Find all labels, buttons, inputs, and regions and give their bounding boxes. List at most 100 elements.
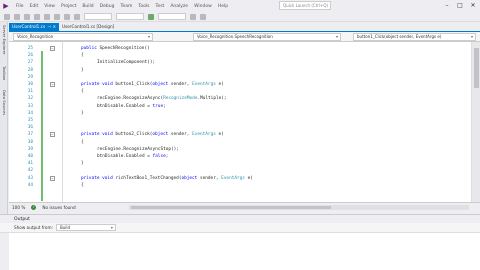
menu-item-team[interactable]: Team: [117, 4, 135, 9]
collapse-icon[interactable]: −: [50, 132, 55, 138]
code-token: }: [81, 161, 84, 167]
scrollbar-thumb[interactable]: [131, 206, 331, 209]
menu-item-analyze[interactable]: Analyze: [167, 4, 191, 9]
minimize-icon[interactable]: –: [443, 1, 451, 10]
maximize-icon[interactable]: □: [456, 1, 464, 10]
tab-usercontrol-design[interactable]: UserControl1.cs [Design]: [59, 23, 118, 31]
collapse-icon[interactable]: −: [50, 175, 55, 181]
code-token: recEngine.RecognizeAsync(: [97, 96, 164, 102]
code-line[interactable]: 36: [9, 124, 471, 131]
code-line[interactable]: 33 btnDisable.Enabled = true;: [9, 103, 471, 110]
line-number: 44: [27, 182, 33, 188]
code-token: button2_Click(: [115, 132, 153, 138]
code-text: {: [81, 52, 84, 59]
scrollbar-thumb[interactable]: [474, 48, 479, 88]
menu-item-project[interactable]: Project: [58, 4, 79, 9]
output-panel-title: Output: [0, 214, 480, 223]
code-line[interactable]: 26 {: [9, 52, 471, 59]
vertical-scrollbar[interactable]: [471, 42, 480, 202]
back-icon[interactable]: [4, 13, 10, 20]
code-token: button1_Click(: [115, 82, 153, 87]
code-line[interactable]: 31 {: [9, 88, 471, 95]
line-number: 25: [27, 46, 33, 51]
member-dropdown[interactable]: button1_Click(object sender, EventArgs e…: [353, 33, 476, 41]
menu-item-window[interactable]: Window: [191, 4, 215, 9]
save-icon[interactable]: [44, 13, 50, 20]
start-target-select[interactable]: [158, 13, 186, 20]
redo-icon[interactable]: [74, 13, 80, 20]
code-text: recEngine.RecognizeAsyncStop();: [97, 146, 179, 153]
code-line[interactable]: 41}: [9, 160, 471, 167]
close-icon[interactable]: ✕: [53, 23, 56, 31]
open-file-icon[interactable]: [34, 13, 40, 20]
new-file-icon[interactable]: [24, 13, 30, 20]
side-tab-data-sources[interactable]: Data Sources: [1, 90, 7, 115]
output-text-area[interactable]: [9, 233, 480, 270]
code-line[interactable]: 35: [9, 117, 471, 124]
chevron-down-icon: ▾: [470, 34, 473, 39]
horizontal-scrollbar[interactable]: [129, 205, 469, 210]
menu-item-debug[interactable]: Debug: [97, 4, 118, 9]
code-line[interactable]: 43 − private void richTextBox1_TextChanged…: [9, 175, 471, 182]
code-line[interactable]: 34}: [9, 110, 471, 117]
forward-icon[interactable]: [14, 13, 20, 20]
code-text: private void richTextBox1_TextChanged(ob…: [81, 175, 253, 182]
output-source-dropdown[interactable]: Build ▾: [55, 224, 116, 231]
quick-launch-input[interactable]: Quick Launch (Ctrl+Q): [279, 1, 331, 10]
toolbar-extra-icon-2[interactable]: [200, 13, 206, 20]
code-line[interactable]: 39 recEngine.RecognizeAsyncStop();: [9, 146, 471, 153]
code-line[interactable]: 42: [9, 167, 471, 174]
line-number: 41: [27, 161, 33, 167]
code-token: private void: [81, 132, 116, 138]
code-line[interactable]: 25 − public SpeechRecognition(): [9, 45, 471, 52]
menu-item-edit[interactable]: Edit: [27, 4, 42, 9]
collapse-icon[interactable]: −: [50, 46, 55, 51]
code-token: RecognizeMode: [163, 96, 198, 102]
side-tab-server-explorer[interactable]: Server Explorer: [1, 25, 7, 54]
code-line[interactable]: 37 − private void button2_Click(object sen…: [9, 131, 471, 138]
tab-usercontrol-code[interactable]: UserControl1.cs ⊣ ✕: [9, 23, 60, 31]
code-line[interactable]: 28}: [9, 67, 471, 74]
menu-item-file[interactable]: File: [13, 4, 27, 9]
chevron-down-icon: ▾: [110, 225, 113, 230]
menu-item-build[interactable]: Build: [79, 4, 96, 9]
code-token: ;: [165, 154, 169, 159]
code-token: private void: [81, 82, 116, 87]
menu-item-help[interactable]: Help: [215, 4, 231, 9]
configuration-select[interactable]: [84, 13, 112, 20]
code-editor[interactable]: 25 − public SpeechRecognition() 26 {27 Initia…: [9, 42, 471, 202]
code-line[interactable]: 27 InitializeComponent();: [9, 59, 471, 66]
code-token: EventArgs: [221, 175, 248, 181]
undo-icon[interactable]: [64, 13, 70, 20]
project-dropdown[interactable]: Voice_Recognition ▾: [13, 33, 153, 41]
collapse-icon[interactable]: −: [50, 82, 55, 87]
class-dropdown[interactable]: Voice_Recognition.SpeechRecognition ▾: [193, 33, 341, 41]
issues-status[interactable]: No issues found: [42, 205, 75, 210]
save-all-icon[interactable]: [54, 13, 60, 20]
start-debug-icon[interactable]: [148, 13, 154, 20]
platform-select[interactable]: [116, 13, 144, 20]
code-line[interactable]: 40 btnDisable.Enabled = false;: [9, 153, 471, 160]
menu-item-test[interactable]: Test: [152, 4, 167, 9]
toolbar-extra-icon[interactable]: [190, 13, 196, 20]
menu-item-view[interactable]: View: [41, 4, 58, 9]
pin-icon[interactable]: ⊣: [47, 23, 50, 31]
chevron-down-icon: ▾: [147, 34, 150, 39]
close-icon[interactable]: ✕: [469, 1, 477, 10]
code-text: }: [81, 67, 84, 74]
line-number: 39: [27, 146, 33, 152]
code-text: {: [81, 88, 84, 95]
show-output-label: Show output from:: [14, 225, 53, 230]
side-tab-toolbox[interactable]: Toolbox: [1, 66, 7, 80]
line-number: 31: [27, 89, 33, 95]
class-dropdown-value: Voice_Recognition.SpeechRecognition: [197, 34, 273, 39]
menu-item-tools[interactable]: Tools: [135, 4, 152, 9]
side-tool-strip: Server Explorer Toolbox Data Sources: [0, 22, 8, 214]
code-line[interactable]: 29: [9, 74, 471, 81]
code-line[interactable]: 44 {: [9, 182, 471, 189]
line-number: 37: [27, 132, 33, 138]
zoom-level[interactable]: 100 %: [12, 205, 25, 210]
code-line[interactable]: 30 − private void button1_Click(object sen…: [9, 81, 471, 88]
code-line[interactable]: 32 recEngine.RecognizeAsync(RecognizeMode…: [9, 95, 471, 102]
code-line[interactable]: 38 {: [9, 139, 471, 146]
